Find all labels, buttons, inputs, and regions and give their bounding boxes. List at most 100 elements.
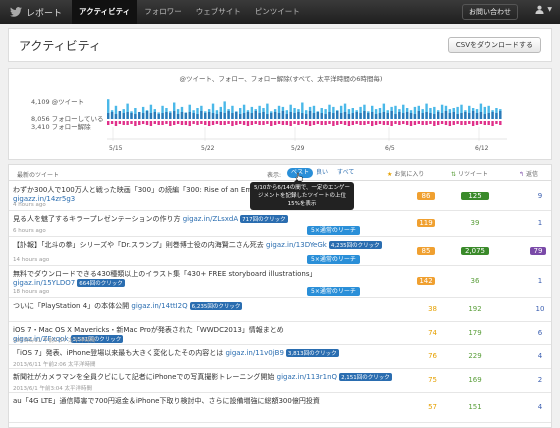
- chart-x-tick: 6/5: [385, 145, 395, 152]
- retweets-count: 125: [461, 192, 489, 200]
- chart-bar-unfollows: [371, 121, 374, 126]
- tweet-link[interactable]: gigaz.in/15YLDO7: [13, 279, 75, 287]
- chart-bar-unfollows: [297, 121, 300, 125]
- nav-pinned-tweet[interactable]: ピンツイート: [248, 0, 307, 24]
- chart-bar-unfollows: [347, 121, 351, 126]
- page-header: アクティビティ CSVをダウンロードする: [8, 28, 552, 62]
- tweet-link[interactable]: gigaz.in/13DYeGk: [266, 241, 327, 249]
- tweet-list-header: 最新のツイート 表示: ベスト 良い すべて ★ お気に入り ⇅ リツイート ↰…: [9, 165, 551, 181]
- chart-bar-unfollows: [460, 121, 463, 125]
- tweet-link[interactable]: gigaz.in/113r1nQ: [277, 373, 337, 381]
- chart-bar-unfollows: [180, 121, 184, 125]
- chart-bar-follows: [153, 112, 156, 119]
- table-row[interactable]: 「iOS 7」発表、iPhone登場以来最も大きく変化したその内容とは giga…: [9, 345, 551, 369]
- chart-bar-unfollows: [475, 121, 479, 125]
- chart-bar-follows: [270, 113, 273, 119]
- replies-column-header[interactable]: ↰ 返信: [519, 169, 538, 178]
- filter-all[interactable]: すべて: [333, 168, 358, 178]
- chart-bar-unfollows: [285, 121, 288, 125]
- chart-bar-unfollows: [343, 121, 347, 125]
- csv-download-button[interactable]: CSVをダウンロードする: [447, 37, 541, 53]
- chart-bar-follows: [188, 112, 191, 119]
- chart-bar-follows: [320, 113, 323, 119]
- retweets-count: 36: [470, 277, 480, 285]
- filter-tooltip: 5/10から6/14の間で、一定のエンゲージメントを記録したツイートの上位15%…: [250, 178, 354, 210]
- chart-bar-follows: [301, 113, 304, 119]
- tweet-link[interactable]: gigaz.in/14ttI2Q: [131, 302, 187, 310]
- table-row[interactable]: iOS 7・Mac OS X Mavericks・新Mac Proが発表された「…: [9, 322, 551, 345]
- favorites-count: 76: [428, 352, 437, 360]
- chart-bar-unfollows: [495, 121, 498, 124]
- chart-bar-follows: [413, 114, 417, 119]
- chart-bar-follows: [176, 114, 180, 119]
- tweet-text: 新聞社がカメラマンを全員クビにして記者にiPhoneでの写真撮影トレーニング開始…: [13, 372, 403, 382]
- chart-bar-unfollows: [273, 121, 277, 125]
- chart-bar-follows: [141, 113, 145, 119]
- retweets-column-header[interactable]: ⇅ リツイート: [451, 169, 488, 178]
- chart-bar-unfollows: [409, 121, 413, 126]
- chart-bar-follows: [204, 113, 207, 119]
- chart-bar-unfollows: [270, 121, 273, 126]
- chart-bar-unfollows: [405, 121, 409, 125]
- chart-bar-unfollows: [390, 121, 393, 126]
- retweets-count: 39: [470, 219, 480, 227]
- chart-bar-unfollows: [266, 121, 269, 124]
- filter-good[interactable]: 良い: [312, 168, 332, 178]
- favorites-column-label: お気に入り: [394, 171, 425, 178]
- chart-bar-follows: [339, 113, 343, 119]
- chart-bar-unfollows: [487, 121, 490, 125]
- nav-activity[interactable]: アクティビティ: [72, 0, 138, 24]
- chart-bar-unfollows: [165, 121, 168, 124]
- table-row[interactable]: 新聞社がカメラマンを全員クビにして記者にiPhoneでの写真撮影トレーニング開始…: [9, 369, 551, 393]
- chart-bar-unfollows: [374, 121, 378, 125]
- click-count-badge: 717回のクリック: [240, 215, 288, 223]
- reply-icon: ↰: [519, 171, 525, 178]
- chart-bar-follows: [444, 111, 448, 119]
- chart-bar-follows: [328, 112, 331, 119]
- chart-bar-unfollows: [456, 121, 459, 124]
- replies-count: 1: [537, 277, 543, 285]
- chart-bar-follows: [452, 112, 455, 119]
- chart-bar-follows: [297, 112, 300, 119]
- chart-bar-follows: [231, 113, 234, 119]
- nav-websites[interactable]: ウェブサイト: [189, 0, 248, 24]
- activity-chart: @ツイート、フォロー、フォロー解除(すべて、太平洋時間の6時間毎) 4,109 @…: [31, 74, 507, 152]
- chart-bar-follows: [262, 112, 265, 119]
- table-row[interactable]: au「4G LTE」通信障害で700円返金＆iPhone下取り検討中、さらに設備…: [9, 393, 551, 423]
- table-row[interactable]: 見る人を魅了するキラープレゼンテーションの作り方 gigaz.in/ZLsxdA…: [9, 211, 551, 237]
- tweet-text: ついに「PlayStation 4」の本体公開 gigaz.in/14ttI2Q…: [13, 301, 403, 311]
- table-row[interactable]: 【訃報】「北斗の拳」シリーズや「Dr.スランプ」則巻博士役の内海賢二さん死去 g…: [9, 237, 551, 266]
- table-row[interactable]: 無料でダウンロードできる430種類以上のイラスト集「430+ FREE stor…: [9, 266, 551, 298]
- retweet-icon: ⇅: [451, 171, 457, 178]
- chart-bar-follows: [483, 114, 486, 119]
- chart-bar-follows: [289, 112, 292, 119]
- contact-button[interactable]: お問い合わせ: [462, 4, 518, 20]
- chart-bar-follows: [367, 113, 370, 119]
- user-menu[interactable]: ▼: [535, 5, 552, 14]
- chart-bar-follows: [305, 114, 308, 119]
- chart-bar-follows: [421, 113, 424, 119]
- chart-bar-unfollows: [219, 121, 222, 125]
- brand[interactable]: レポート: [0, 6, 72, 19]
- tweet-link[interactable]: gigaz.in/ZLsxdA: [183, 215, 238, 223]
- table-row[interactable]: ついに「PlayStation 4」の本体公開 gigaz.in/14ttI2Q…: [9, 298, 551, 322]
- chart-bar-unfollows: [320, 121, 323, 125]
- chart-bar-unfollows: [239, 121, 242, 124]
- favorites-count: 119: [417, 219, 435, 227]
- favorites-column-header[interactable]: ★ お気に入り: [387, 169, 424, 178]
- chart-bar-unfollows: [281, 121, 285, 125]
- chart-bar-unfollows: [246, 121, 250, 126]
- tweet-link[interactable]: gigaz.in/11v0jB9: [225, 349, 283, 357]
- chart-bar-follows: [227, 111, 230, 119]
- chart-bar-unfollows: [223, 121, 226, 125]
- retweets-count: 229: [468, 352, 482, 360]
- nav-followers[interactable]: フォロワー: [137, 0, 189, 24]
- replies-count: 6: [537, 329, 543, 337]
- chart-bar-unfollows: [305, 121, 308, 125]
- chart-bar-follows: [425, 112, 428, 119]
- chart-bar-unfollows: [328, 121, 331, 124]
- tweet-timestamp: 14 hours ago: [13, 257, 50, 263]
- chart-bar-unfollows: [437, 121, 440, 125]
- chart-bar-unfollows: [448, 121, 452, 126]
- chart-bar-unfollows: [308, 121, 312, 126]
